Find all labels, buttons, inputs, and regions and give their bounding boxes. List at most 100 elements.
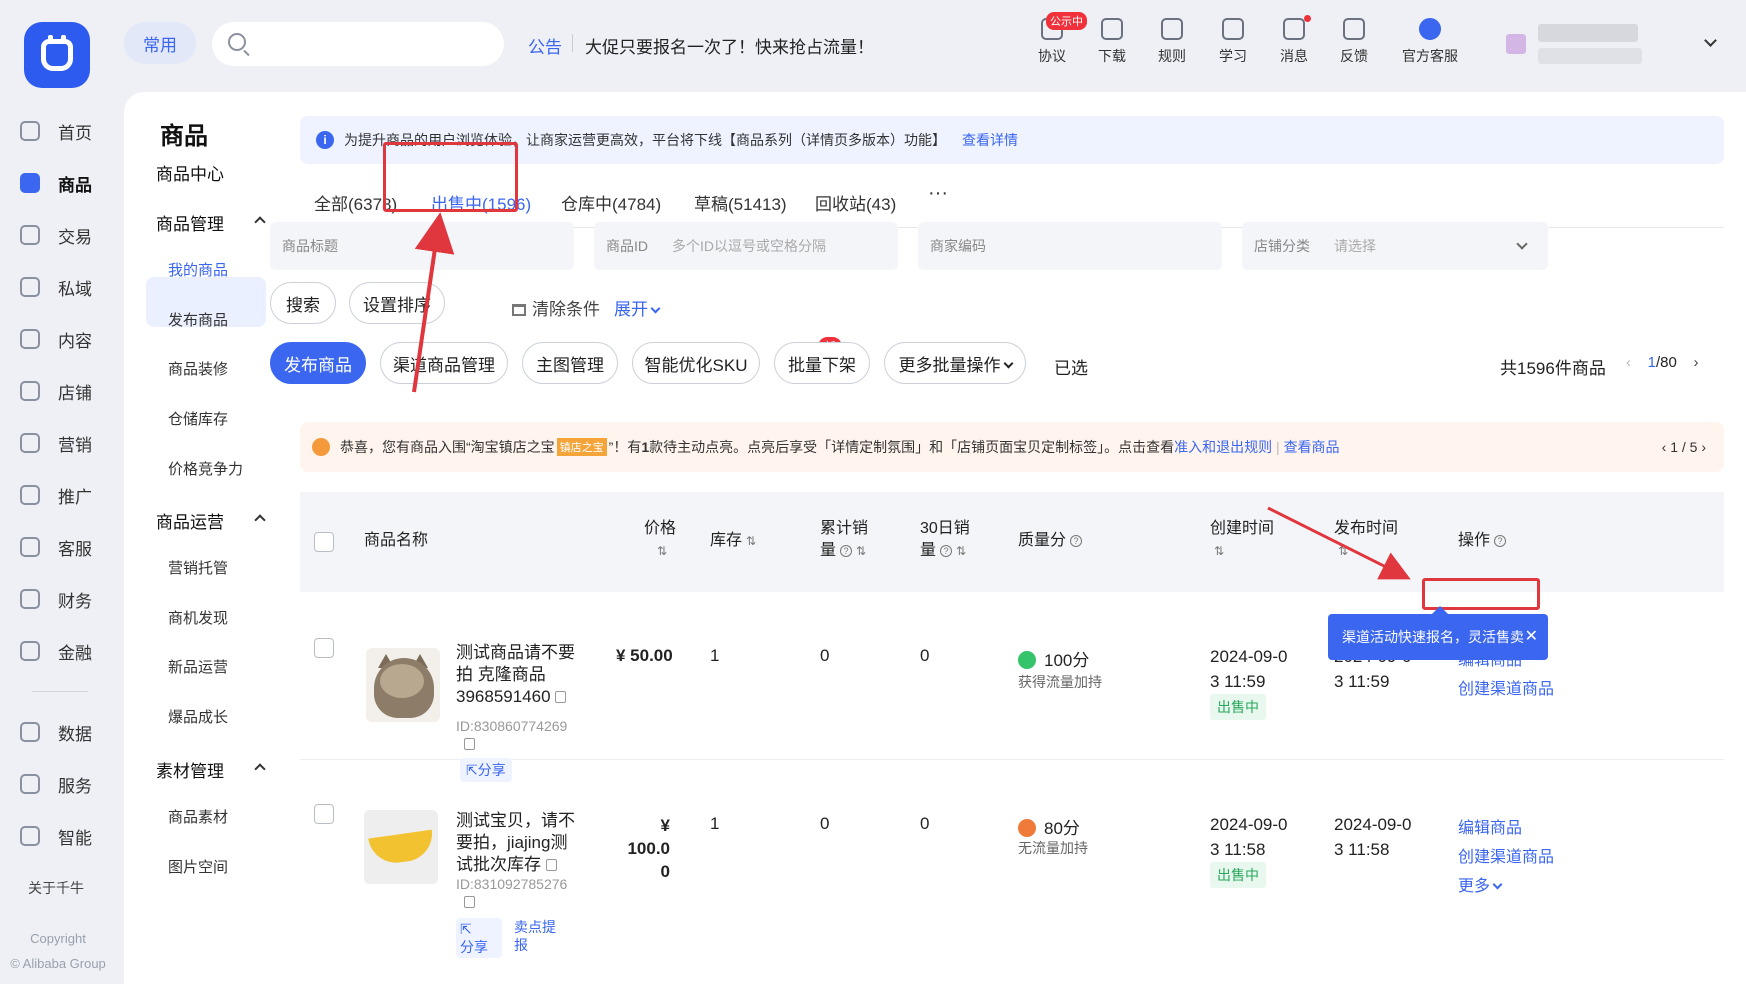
tool-message[interactable]: 消息: [1268, 18, 1320, 66]
notice-label[interactable]: 公告: [528, 33, 562, 58]
col-created[interactable]: 创建时间 ⇅: [1210, 518, 1274, 562]
edit-product-link[interactable]: 编辑商品: [1458, 814, 1522, 838]
notice-text[interactable]: 大促只要报名一次了！快来抢占流量！: [585, 33, 874, 58]
help-icon[interactable]: ?: [1494, 535, 1507, 547]
tool-learn[interactable]: 学习: [1207, 18, 1259, 66]
view-details-link[interactable]: 查看详情: [962, 130, 1018, 150]
search-button[interactable]: 搜索: [270, 282, 336, 324]
close-icon[interactable]: ✕: [1525, 626, 1538, 646]
rail-item-private[interactable]: 私域: [0, 261, 120, 313]
qianniu-logo[interactable]: [24, 22, 90, 88]
user-profile[interactable]: [1500, 20, 1680, 66]
subnav-opportunity[interactable]: 商机发现: [168, 607, 228, 628]
code-filter[interactable]: 商家编码: [918, 222, 1222, 270]
tab-recycle[interactable]: 回收站(43): [815, 190, 896, 215]
bulk-delist-button[interactable]: 批量下架: [774, 342, 870, 384]
title-filter[interactable]: 商品标题: [270, 222, 574, 270]
select-all-checkbox[interactable]: [314, 532, 334, 552]
bank-icon: [20, 641, 40, 661]
subnav-decorate[interactable]: 商品装修: [168, 358, 228, 379]
subnav-image-space[interactable]: 图片空间: [168, 856, 228, 877]
rail-item-marketing[interactable]: 营销: [0, 417, 120, 469]
tab-more[interactable]: ···: [928, 182, 948, 205]
common-button[interactable]: 常用: [124, 22, 196, 64]
about-link[interactable]: 关于千牛: [28, 878, 84, 898]
col-total-sales[interactable]: 累计销量? ⇅: [820, 518, 868, 562]
more-actions-link[interactable]: 更多: [1458, 872, 1503, 896]
rail-item-smart[interactable]: 智能: [0, 810, 120, 862]
rail-item-banking[interactable]: 金融: [0, 625, 120, 677]
id-filter[interactable]: 商品ID 多个ID以逗号或空格分隔: [594, 222, 898, 270]
product-thumbnail[interactable]: [366, 648, 440, 722]
subnav-marketing-hosting[interactable]: 营销托管: [168, 557, 228, 578]
col-price[interactable]: 价格 ⇅: [638, 518, 682, 562]
rail-item-finance[interactable]: 财务: [0, 573, 120, 625]
create-channel-product-link[interactable]: 创建渠道商品: [1458, 843, 1554, 867]
search-icon: [228, 33, 246, 51]
rail-item-services[interactable]: 服务: [0, 758, 120, 810]
row-checkbox[interactable]: [314, 638, 334, 658]
highlight-report-link[interactable]: 卖点提报: [514, 918, 560, 954]
create-channel-product-link[interactable]: 创建渠道商品: [1458, 675, 1554, 699]
tool-customer-service[interactable]: 官方客服: [1392, 18, 1468, 66]
help-icon[interactable]: ?: [940, 545, 953, 557]
global-search-input[interactable]: [212, 22, 504, 66]
rail-item-product[interactable]: 商品: [0, 157, 120, 209]
subnav-my-products[interactable]: 我的商品: [168, 259, 228, 280]
copy-icon[interactable]: [555, 691, 567, 703]
rail-item-data[interactable]: 数据: [0, 706, 120, 758]
product-thumbnail[interactable]: [364, 810, 438, 884]
subnav-new-product-ops[interactable]: 新品运营: [168, 656, 228, 677]
product-name[interactable]: 测试商品请不要拍 克隆商品 3968591460: [456, 642, 580, 708]
subnav-material[interactable]: 商品素材: [168, 806, 228, 827]
subnav-group-manage[interactable]: 商品管理: [156, 210, 266, 235]
smart-sku-button[interactable]: 智能优化SKU: [632, 342, 760, 384]
rules-link[interactable]: 准入和退出规则: [1174, 437, 1272, 457]
rail-item-trade[interactable]: 交易: [0, 209, 120, 261]
tab-warehouse[interactable]: 仓库中(4784): [561, 190, 661, 215]
tab-draft[interactable]: 草稿(51413): [694, 190, 787, 215]
help-icon[interactable]: ?: [1070, 535, 1083, 547]
subnav-inventory[interactable]: 仓储库存: [168, 408, 228, 429]
subnav-group-ops[interactable]: 商品运营: [156, 508, 266, 533]
publish-product-button[interactable]: 发布商品: [270, 342, 366, 384]
col-published[interactable]: 发布时间 ⇅: [1334, 518, 1398, 562]
view-products-link[interactable]: 查看商品: [1284, 437, 1340, 457]
expand-button[interactable]: 展开: [614, 295, 661, 320]
main-image-manage-button[interactable]: 主图管理: [522, 342, 618, 384]
tool-download[interactable]: 下载: [1086, 18, 1138, 66]
share-button[interactable]: ⇱分享: [456, 918, 502, 958]
rail-item-home[interactable]: 首页: [0, 105, 120, 157]
promo-pager[interactable]: ‹ 1 / 5 ›: [1662, 439, 1706, 455]
rail-item-service-desk[interactable]: 客服: [0, 521, 120, 573]
rail-item-store[interactable]: 店铺: [0, 365, 120, 417]
category-select[interactable]: 店铺分类 请选择: [1242, 222, 1548, 270]
more-bulk-actions-button[interactable]: 更多批量操作: [884, 342, 1026, 384]
subnav-hot-growth[interactable]: 爆品成长: [168, 706, 228, 727]
next-page-icon[interactable]: ›: [1694, 354, 1699, 371]
sad-icon: [1018, 819, 1036, 837]
product-name[interactable]: 测试宝贝，请不要拍，jiajing测试批次库存: [456, 810, 580, 876]
col-stock[interactable]: 库存 ⇅: [710, 530, 756, 552]
channel-product-manage-button[interactable]: 渠道商品管理: [380, 342, 508, 384]
sort-settings-button[interactable]: 设置排序: [349, 282, 445, 324]
copy-icon[interactable]: [545, 859, 557, 871]
subnav-price-competitiveness[interactable]: 价格竞争力: [168, 458, 243, 479]
subnav-group-material[interactable]: 素材管理: [156, 757, 266, 782]
content-icon: [20, 329, 40, 349]
rail-item-promotion[interactable]: 推广: [0, 469, 120, 521]
copy-icon[interactable]: [464, 896, 475, 908]
clear-conditions-button[interactable]: 清除条件: [512, 295, 600, 320]
prev-page-icon[interactable]: ‹: [1626, 354, 1631, 371]
subnav-product-center[interactable]: 商品中心: [156, 160, 224, 185]
rail-item-content[interactable]: 内容: [0, 313, 120, 365]
col-sales-30d[interactable]: 30日销量? ⇅: [920, 518, 970, 562]
quality-score: 80分: [1018, 814, 1080, 839]
chevron-down-icon[interactable]: [1704, 34, 1717, 47]
tool-feedback[interactable]: 反馈: [1328, 18, 1380, 66]
subnav-publish[interactable]: 发布商品: [168, 309, 228, 330]
row-checkbox[interactable]: [314, 804, 334, 824]
copy-icon[interactable]: [464, 738, 475, 750]
help-icon[interactable]: ?: [840, 545, 853, 557]
tool-rules[interactable]: 规则: [1146, 18, 1198, 66]
